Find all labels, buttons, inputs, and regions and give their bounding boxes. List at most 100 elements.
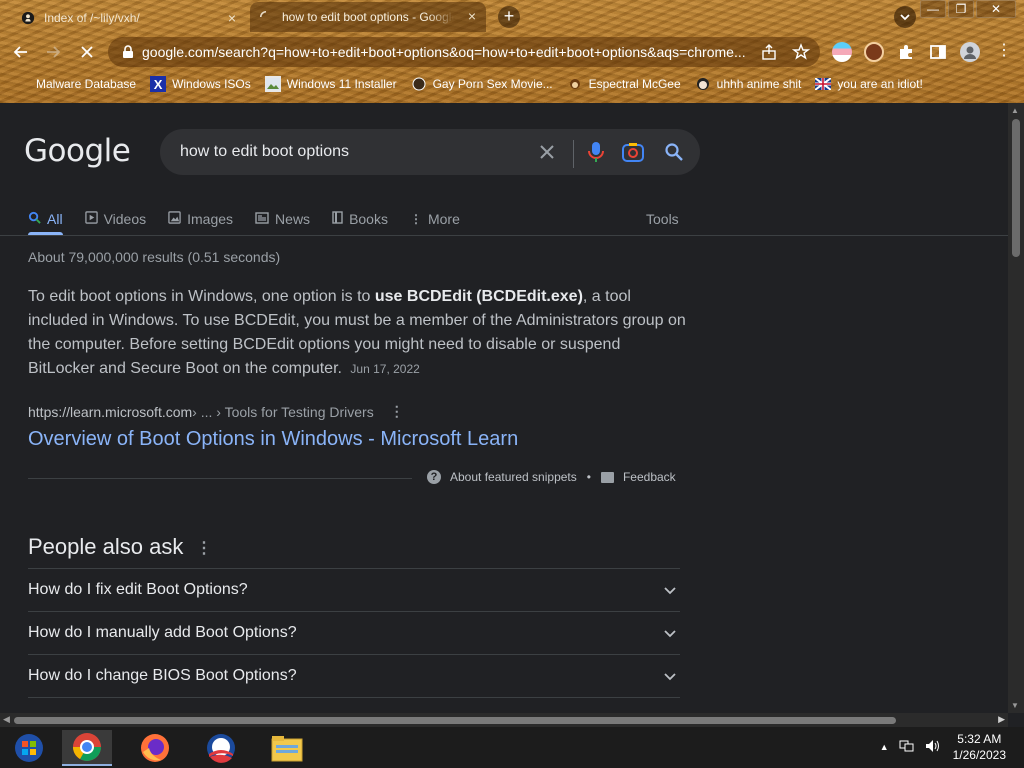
system-tray: ▲ 5:32 AM 1/26/2023 [880,731,1006,763]
bookmark-windows-isos[interactable]: X Windows ISOs [150,76,251,92]
camera-lens-icon[interactable] [622,142,644,167]
show-hidden-icons-icon[interactable]: ▲ [880,742,889,752]
search-box[interactable] [160,129,700,175]
microphone-icon[interactable] [588,141,604,168]
scroll-right-icon[interactable]: ▶ [998,714,1005,725]
volume-icon[interactable] [925,739,941,756]
cite-breadcrumb: › ... › Tools for Testing Drivers [192,403,374,420]
help-circle-icon: ? [427,470,441,484]
about-featured-snippets-link[interactable]: About featured snippets [450,470,577,484]
chevron-down-icon [664,582,676,598]
snippet-text: To edit boot options in Windows, one opt… [28,288,375,305]
bullet-separator: • [586,470,591,484]
bookmark-espectral-mcgee[interactable]: Espectral McGee [567,76,681,92]
tabs-divider [0,235,1008,236]
tab-books[interactable]: Books [332,203,388,235]
scroll-left-icon[interactable]: ◀ [3,714,10,725]
bookmark-windows-11-installer[interactable]: Windows 11 Installer [264,76,397,92]
close-window-button[interactable]: ✕ [976,0,1016,18]
tab-label: All [47,211,63,227]
taskbar-chrome[interactable] [62,730,112,766]
clock-time: 5:32 AM [957,732,1002,746]
video-play-icon [84,211,98,227]
more-options-icon[interactable]: ⋮ [196,538,212,558]
vertical-dots-icon: ⋮ [409,212,422,226]
trans-flag-extension-icon[interactable] [832,42,852,62]
bookmark-label: Gay Porn Sex Movie... [432,77,553,91]
bookmark-movie-site[interactable]: Gay Porn Sex Movie... [411,76,553,92]
paa-question-partial[interactable] [28,697,680,711]
bookmark-label: Windows ISOs [172,77,251,91]
address-bar[interactable]: google.com/search?q=how+to+edit+boot+opt… [108,37,820,67]
paa-question[interactable]: How do I manually add Boot Options? [28,611,680,654]
network-icon[interactable] [899,739,915,756]
tab-google-search[interactable]: how to edit boot options - Google × [250,2,486,32]
bookmark-label: uhhh anime shit [716,77,802,91]
result-title-link[interactable]: Overview of Boot Options in Windows - Mi… [28,428,518,451]
profile-extension-icon[interactable] [864,42,884,62]
close-icon [81,46,93,58]
more-options-icon[interactable]: ⋮ [390,403,404,420]
clock[interactable]: 5:32 AM 1/26/2023 [953,731,1006,763]
side-panel-icon[interactable] [928,42,948,62]
github-icon [20,10,36,26]
extensions-puzzle-icon[interactable] [896,42,916,62]
maximize-button[interactable]: ❐ [948,0,974,18]
vertical-scrollbar[interactable]: ▲ ▼ [1008,103,1024,713]
cite-site: https://learn.microsoft.com [28,403,193,420]
kebab-menu-icon[interactable]: ⋮ [994,42,1014,62]
loading-spinner-icon [258,9,274,25]
new-tab-button[interactable]: + [498,6,520,28]
taskbar-firefox[interactable] [130,730,180,766]
taskbar-obama-app[interactable] [196,730,246,766]
people-also-ask-heading: People also ask [28,534,184,559]
search-input[interactable] [180,143,520,161]
scroll-down-icon[interactable]: ▼ [1011,701,1019,710]
paa-question[interactable]: How do I change BIOS Boot Options? [28,654,680,697]
tab-label: News [275,211,311,227]
tab-images[interactable]: Images [168,203,233,235]
result-stats: About 79,000,000 results (0.51 seconds) [28,249,281,265]
tab-close-icon[interactable]: × [224,10,240,26]
paa-question[interactable]: How do I fix edit Boot Options? [28,568,680,611]
star-bookmark-icon[interactable] [792,43,810,61]
scroll-thumb[interactable] [1012,119,1020,257]
tab-index-of-lily[interactable]: Index of /~lily/vxh/ × [14,4,246,32]
obama-logo-icon [207,734,235,763]
tab-videos[interactable]: Videos [84,203,146,235]
tab-news[interactable]: News [255,203,310,235]
snippet-date: Jun 17, 2022 [350,362,420,376]
horizontal-scrollbar[interactable]: ◀ ▶ [0,713,1008,727]
taskbar-file-explorer[interactable] [262,730,312,766]
search-icon[interactable] [664,142,684,167]
google-logo[interactable]: Google [24,133,131,169]
scroll-up-icon[interactable]: ▲ [1011,106,1019,115]
bookmark-malware-database[interactable]: Malware Database [14,76,136,92]
anime-face-icon [695,76,711,92]
tab-close-icon[interactable]: × [464,8,480,24]
profile-avatar-icon[interactable] [960,42,980,62]
arrow-right-icon [47,46,61,58]
back-button[interactable] [10,42,32,64]
clear-search-icon[interactable] [535,141,559,167]
blank-page-icon [14,76,30,92]
tab-all[interactable]: All [28,203,63,235]
minimize-button[interactable]: — [920,0,946,18]
feedback-link[interactable]: Feedback [623,470,676,484]
folder-icon [271,736,303,762]
arrow-left-icon [13,46,27,58]
newspaper-icon [255,211,269,227]
tab-more[interactable]: ⋮ More [410,203,460,235]
bookmark-you-are-an-idiot[interactable]: you are an idiot! [815,76,923,92]
share-icon[interactable] [760,43,778,61]
url-text[interactable]: google.com/search?q=how+to+edit+boot+opt… [142,44,752,60]
taskbar: ▲ 5:32 AM 1/26/2023 [0,727,1024,768]
tab-search-button[interactable] [894,6,916,28]
stop-loading-button[interactable] [76,42,98,64]
tools-button[interactable]: Tools [646,203,679,235]
start-button[interactable] [4,730,54,766]
scroll-thumb[interactable] [14,717,896,724]
forward-button[interactable] [42,42,64,64]
browser-toolbar: google.com/search?q=how+to+edit+boot+opt… [0,34,1024,70]
bookmark-anime[interactable]: uhhh anime shit [695,76,802,92]
